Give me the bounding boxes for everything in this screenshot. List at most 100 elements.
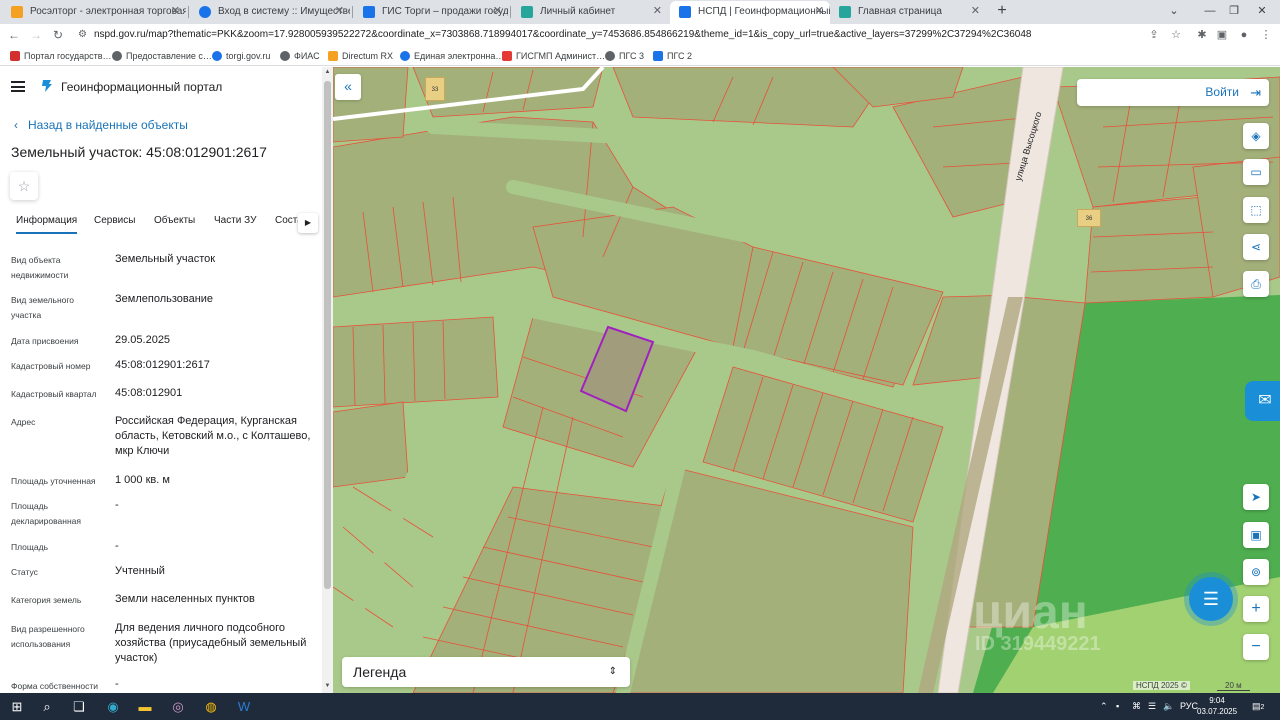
notification-count: 2 <box>1260 704 1265 711</box>
tab-separator <box>188 6 189 18</box>
tab-information[interactable]: Информация <box>16 215 78 234</box>
volume-icon[interactable]: 🔈 <box>1163 693 1174 720</box>
tab-personal-cabinet[interactable]: Личный кабинет ✕ <box>512 1 668 24</box>
bookmark-directum[interactable]: Directum RX <box>328 49 393 63</box>
globe-icon <box>212 51 222 61</box>
ruler-icon[interactable]: ▭ <box>1243 159 1269 185</box>
back-to-results-link[interactable]: ‹ Назад в найденные объекты <box>14 118 188 132</box>
panel-scrollbar[interactable]: ▲ ▼ <box>322 67 333 693</box>
close-tab-icon[interactable]: ✕ <box>335 1 344 22</box>
collapse-panel-button[interactable]: « <box>335 74 361 100</box>
page-title: Земельный участок: 45:08:012901:2617 <box>11 144 267 160</box>
menu-burger-icon[interactable] <box>11 81 25 92</box>
tab-gis-torgi[interactable]: ГИС Торги – продажи государс ✕ <box>354 1 508 24</box>
network-icon[interactable]: ⌘ <box>1132 693 1141 720</box>
prop-value: Земли населенных пунктов <box>115 593 255 605</box>
address-bar[interactable]: ⚙ nspd.gov.ru/map?thematic=PKK&zoom=17.9… <box>76 26 1206 44</box>
legend-dropdown[interactable]: Легенда ⇕ <box>342 657 630 687</box>
location-pin-icon[interactable]: ⊚ <box>1243 559 1269 585</box>
edge-browser-icon[interactable]: ◉ <box>102 696 124 718</box>
roseltorg-favicon-icon <box>11 6 23 18</box>
close-tab-icon[interactable]: ✕ <box>653 1 662 22</box>
bookmark-pgs3[interactable]: ПГС 3 <box>605 49 644 63</box>
prop-value: 45:08:012901 <box>115 387 183 399</box>
side-panel-icon[interactable]: ▣ <box>1214 27 1230 43</box>
geolocation-icon[interactable]: ➤ <box>1243 484 1269 510</box>
bookmark-fias[interactable]: ФИАС <box>280 49 320 63</box>
share-map-icon[interactable]: ⋖ <box>1243 234 1269 260</box>
globe-icon <box>112 51 122 61</box>
tabs-scroll-right-icon[interactable]: ▶ <box>298 213 318 233</box>
search-icon[interactable]: ⌕ <box>36 696 58 718</box>
print-icon[interactable]: ⎙ <box>1243 271 1269 297</box>
tray-chevron-icon[interactable]: ⌃ <box>1100 693 1108 720</box>
scroll-down-icon[interactable]: ▼ <box>322 683 333 689</box>
bookmark-torgi[interactable]: torgi.gov.ru <box>212 49 270 63</box>
bookmark-gisgmp[interactable]: ГИСГМП Админист… <box>502 49 605 63</box>
close-window-button[interactable]: ✕ <box>1244 0 1280 24</box>
prop-label: Категория земель <box>11 595 82 605</box>
prop-value: 1 000 кв. м <box>115 474 170 486</box>
menu-kebab-icon[interactable]: ⋮ <box>1258 27 1274 43</box>
tab-separator <box>352 6 353 18</box>
minimap-icon[interactable]: ▣ <box>1243 522 1269 548</box>
close-tab-icon[interactable]: ✕ <box>493 1 502 22</box>
cadastral-map[interactable]: 33 36 улица Высоцкого « Войти ⇥ ◈ ▭ ⬚ ⋖ ⎙… <box>333 67 1280 693</box>
tab-services[interactable]: Сервисы <box>94 215 135 226</box>
notifications-icon[interactable]: ▤2 <box>1252 693 1264 720</box>
login-arrow-icon: ⇥ <box>1250 85 1261 100</box>
extensions-icon[interactable]: ✱ <box>1194 27 1210 43</box>
bookmark-star-icon[interactable]: ☆ <box>1168 27 1184 43</box>
task-view-icon[interactable]: ❏ <box>68 696 90 718</box>
updown-chevron-icon: ⇕ <box>608 666 617 677</box>
file-explorer-icon[interactable]: ▬ <box>134 696 156 718</box>
windows-taskbar: ⊞ ⌕ ❏ ◉ ▬ ◎ ◍ W ⌃ ▪ ⌘ ☰ 🔈 РУС 9:04 03.07… <box>0 693 1280 720</box>
wifi-icon[interactable]: ☰ <box>1148 693 1156 720</box>
feedback-chat-icon[interactable]: ✉ <box>1245 381 1280 421</box>
scroll-thumb[interactable] <box>324 81 331 589</box>
select-area-icon[interactable]: ⬚ <box>1243 197 1269 223</box>
share-icon[interactable]: ⇪ <box>1146 27 1162 43</box>
screen: Росэлторг - электронная торговая ✕ Вход … <box>0 0 1280 720</box>
bookmark-gosuslugi[interactable]: Портал государств… <box>10 49 112 63</box>
site-info-icon[interactable]: ⚙ <box>78 26 87 44</box>
bookmark-edinaya[interactable]: Единая электронна… <box>400 49 504 63</box>
bookmark-predostavlenie[interactable]: Предоставление с… <box>112 49 212 63</box>
new-tab-button[interactable]: + <box>990 0 1014 24</box>
language-indicator[interactable]: РУС <box>1180 693 1198 720</box>
tab-nspd[interactable]: НСПД | Геоинформационный п ✕ <box>670 1 830 24</box>
back-arrow-icon[interactable]: ← <box>5 26 23 44</box>
tab-imushchestvo[interactable]: Вход в систему :: Имущественн ✕ <box>190 1 350 24</box>
support-chat-button[interactable]: ☰ <box>1189 577 1233 621</box>
reload-icon[interactable]: ↻ <box>49 26 67 44</box>
tab-objects[interactable]: Объекты <box>154 215 195 226</box>
map-canvas[interactable] <box>333 67 1280 693</box>
bookmark-pgs2[interactable]: ПГС 2 <box>653 49 692 63</box>
prop-value: Землепользование <box>115 293 214 305</box>
cabinet-favicon-icon <box>521 6 533 18</box>
favorite-star-icon[interactable]: ☆ <box>10 172 38 200</box>
layers-icon[interactable]: ◈ <box>1243 123 1269 149</box>
zoom-out-button[interactable]: − <box>1243 634 1269 660</box>
login-button[interactable]: Войти ⇥ <box>1077 79 1269 106</box>
scroll-up-icon[interactable]: ▲ <box>322 69 333 75</box>
tray-app-icon[interactable]: ▪ <box>1116 693 1119 720</box>
windows-start-icon[interactable]: ⊞ <box>6 696 28 718</box>
profile-avatar-icon[interactable]: ● <box>1236 27 1252 43</box>
tab-home-page[interactable]: Главная страница ✕ <box>830 1 986 24</box>
tab-parts[interactable]: Части ЗУ <box>214 215 256 226</box>
chrome-icon[interactable]: ◍ <box>200 696 222 718</box>
close-tab-icon[interactable]: ✕ <box>971 1 980 22</box>
app-icon[interactable]: ◎ <box>167 696 189 718</box>
globe-icon <box>400 51 410 61</box>
prop-value: Российская Федерация, Курганская область… <box>115 415 311 457</box>
close-tab-icon[interactable]: ✕ <box>171 1 180 22</box>
tab-roseltorg[interactable]: Росэлторг - электронная торговая ✕ <box>2 1 186 24</box>
tab-search-chevron-icon[interactable]: ⌄ <box>1156 0 1192 24</box>
word-icon[interactable]: W <box>233 696 255 718</box>
close-tab-icon[interactable]: ✕ <box>815 1 824 22</box>
prop-label: Вид земельного участка <box>11 295 75 320</box>
clock[interactable]: 9:04 03.07.2025 <box>1197 695 1237 717</box>
forward-arrow-icon[interactable]: → <box>27 26 45 44</box>
zoom-in-button[interactable]: + <box>1243 596 1269 622</box>
